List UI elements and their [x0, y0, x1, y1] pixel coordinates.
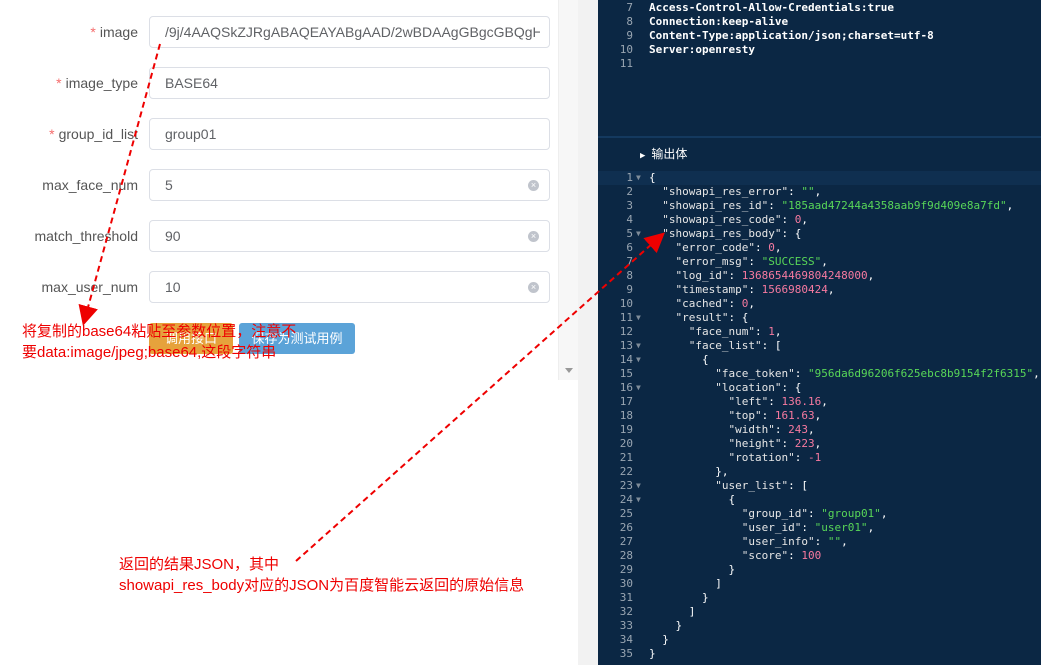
- arrow-to-showapi-res-body: [295, 232, 665, 562]
- arrow-to-image-field: [78, 43, 161, 326]
- annotation-arrows: [78, 43, 665, 562]
